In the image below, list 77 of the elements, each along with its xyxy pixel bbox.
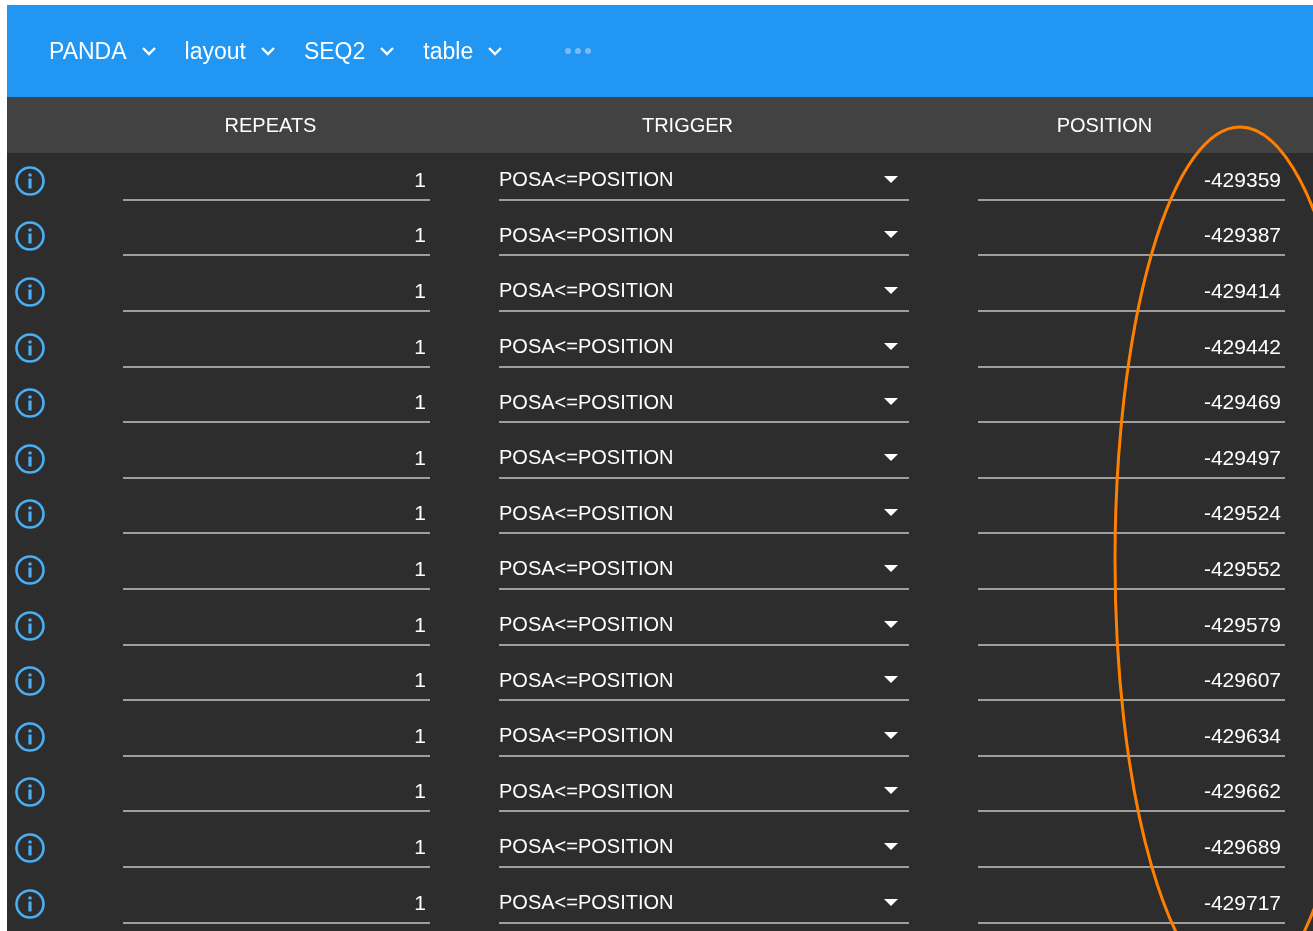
repeats-field[interactable]: 1 — [123, 827, 430, 868]
trigger-dropdown[interactable]: POSA<=POSITION — [499, 827, 909, 868]
trigger-dropdown[interactable]: POSA<=POSITION — [499, 883, 909, 924]
repeats-field[interactable]: 1 — [123, 772, 430, 813]
trigger-dropdown[interactable]: POSA<=POSITION — [499, 160, 909, 201]
caret-icon — [883, 676, 899, 685]
repeats-field[interactable]: 1 — [123, 327, 430, 368]
repeats-field[interactable]: 1 — [123, 494, 430, 535]
caret-icon — [883, 898, 899, 907]
caret-icon — [883, 509, 899, 518]
position-field[interactable]: -429414 — [978, 272, 1285, 312]
position-field[interactable]: -429359 — [978, 160, 1285, 201]
info-icon[interactable] — [14, 553, 46, 586]
position-field[interactable]: -429607 — [978, 661, 1285, 702]
trigger-dropdown[interactable]: POSA<=POSITION — [499, 716, 909, 757]
info-icon[interactable] — [14, 442, 46, 475]
trigger-dropdown[interactable]: POSA<=POSITION — [499, 383, 909, 424]
position-field[interactable]: -429469 — [978, 383, 1285, 424]
chevron-down-icon — [487, 46, 504, 56]
trigger-dropdown[interactable]: POSA<=POSITION — [499, 494, 909, 535]
chevron-down-icon — [259, 46, 276, 56]
position-field[interactable]: -429524 — [978, 494, 1285, 535]
caret-icon — [883, 453, 899, 462]
info-icon[interactable] — [14, 220, 46, 253]
trigger-dropdown[interactable]: POSA<=POSITION — [499, 272, 909, 312]
repeats-field[interactable]: 1 — [123, 883, 430, 924]
repeats-field[interactable]: 1 — [123, 160, 430, 201]
repeats-field[interactable]: 1 — [123, 549, 430, 590]
caret-icon — [883, 564, 899, 573]
info-icon[interactable] — [14, 887, 46, 920]
position-field[interactable]: -429662 — [978, 772, 1285, 813]
info-icon[interactable] — [14, 831, 46, 864]
position-field[interactable]: -429579 — [978, 605, 1285, 646]
caret-icon — [883, 231, 899, 240]
trigger-dropdown[interactable]: POSA<=POSITION — [499, 549, 909, 590]
info-icon[interactable] — [14, 720, 46, 753]
caret-icon — [883, 342, 899, 351]
trigger-dropdown[interactable]: POSA<=POSITION — [499, 216, 909, 257]
caret-icon — [883, 287, 899, 295]
info-icon[interactable] — [14, 776, 46, 809]
position-field[interactable]: -429497 — [978, 438, 1285, 479]
info-icon[interactable] — [14, 665, 46, 698]
caret-icon — [883, 398, 899, 407]
column-header: REPEATS — [224, 113, 317, 137]
repeats-field[interactable]: 1 — [123, 438, 430, 479]
caret-icon — [883, 787, 899, 796]
trigger-dropdown[interactable]: POSA<=POSITION — [499, 772, 909, 813]
position-field[interactable]: -429387 — [978, 216, 1285, 257]
chevron-down-icon — [379, 46, 396, 56]
position-field[interactable]: -429634 — [978, 716, 1285, 757]
info-icon[interactable] — [14, 498, 46, 531]
caret-icon — [883, 842, 899, 851]
caret-icon — [883, 175, 899, 184]
position-field[interactable]: -429689 — [978, 827, 1285, 868]
trigger-dropdown[interactable]: POSA<=POSITION — [499, 605, 909, 646]
column-header: POSITION — [1056, 113, 1153, 137]
position-field[interactable]: -429552 — [978, 549, 1285, 590]
column-header: TRIGGER — [641, 113, 734, 137]
position-field[interactable]: -429442 — [978, 327, 1285, 368]
repeats-field[interactable]: 1 — [123, 661, 430, 702]
info-icon[interactable] — [14, 609, 46, 642]
position-field[interactable]: -429717 — [978, 883, 1285, 924]
trigger-dropdown[interactable]: POSA<=POSITION — [499, 327, 909, 368]
repeats-field[interactable]: 1 — [123, 716, 430, 757]
info-icon[interactable] — [14, 331, 46, 364]
chevron-down-icon — [140, 46, 157, 56]
repeats-field[interactable]: 1 — [123, 605, 430, 646]
caret-icon — [883, 620, 899, 629]
trigger-dropdown[interactable]: POSA<=POSITION — [499, 438, 909, 479]
info-icon[interactable] — [14, 276, 46, 308]
repeats-field[interactable]: 1 — [123, 216, 430, 257]
info-icon[interactable] — [14, 164, 46, 197]
repeats-field[interactable]: 1 — [123, 272, 430, 312]
trigger-dropdown[interactable]: POSA<=POSITION — [499, 661, 909, 702]
repeats-field[interactable]: 1 — [123, 383, 430, 424]
info-icon[interactable] — [14, 387, 46, 420]
caret-icon — [883, 731, 899, 740]
